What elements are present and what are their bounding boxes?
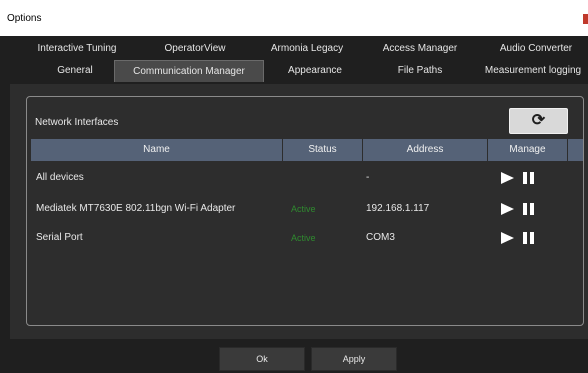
play-icon[interactable] bbox=[501, 232, 514, 244]
column-header-address[interactable]: Address bbox=[363, 139, 488, 161]
device-status: Active bbox=[291, 233, 316, 243]
table-row[interactable]: All devices - bbox=[31, 167, 583, 189]
table-row[interactable]: Serial Port Active COM3 bbox=[31, 227, 583, 249]
device-status: Active bbox=[291, 204, 316, 214]
column-header-manage[interactable]: Manage bbox=[488, 139, 568, 161]
tab-file-paths[interactable]: File Paths bbox=[375, 60, 465, 81]
tab-row-1: Interactive Tuning OperatorView Armonia … bbox=[0, 38, 588, 59]
panel-title: Network Interfaces bbox=[35, 117, 119, 128]
tab-measurement-logging[interactable]: Measurement logging bbox=[478, 60, 588, 81]
tab-armonia-legacy[interactable]: Armonia Legacy bbox=[262, 38, 352, 59]
play-icon[interactable] bbox=[501, 172, 514, 184]
refresh-button[interactable]: ⟳ bbox=[509, 108, 568, 134]
tab-operatorview[interactable]: OperatorView bbox=[150, 38, 240, 59]
close-icon[interactable] bbox=[583, 14, 588, 24]
tab-communication-manager[interactable]: Communication Manager bbox=[114, 60, 264, 82]
device-name: Mediatek MT7630E 802.11bgn Wi-Fi Adapter bbox=[36, 203, 236, 214]
tab-bar: Interactive Tuning OperatorView Armonia … bbox=[0, 36, 588, 84]
column-header-status[interactable]: Status bbox=[283, 139, 363, 161]
tab-appearance[interactable]: Appearance bbox=[270, 60, 360, 81]
device-address: COM3 bbox=[366, 232, 395, 243]
pause-icon[interactable] bbox=[523, 203, 535, 215]
device-address: 192.168.1.117 bbox=[366, 203, 430, 214]
tab-row-2: General Communication Manager Appearance… bbox=[0, 60, 588, 82]
table-header: Name Status Address Manage bbox=[31, 139, 583, 161]
tab-audio-converter[interactable]: Audio Converter bbox=[486, 38, 586, 59]
column-header-name[interactable]: Name bbox=[31, 139, 283, 161]
tab-interactive-tuning[interactable]: Interactive Tuning bbox=[27, 38, 127, 59]
apply-button[interactable]: Apply bbox=[311, 347, 397, 371]
device-name: All devices bbox=[36, 172, 84, 183]
table-row[interactable]: Mediatek MT7630E 802.11bgn Wi-Fi Adapter… bbox=[31, 198, 583, 220]
ok-button[interactable]: Ok bbox=[219, 347, 305, 371]
device-name: Serial Port bbox=[36, 232, 83, 243]
dialog-footer: Ok Apply bbox=[0, 339, 588, 373]
title-bar: Options bbox=[0, 0, 588, 36]
network-interfaces-panel: Network Interfaces ⟳ Name Status Address… bbox=[26, 96, 584, 326]
tab-content: Network Interfaces ⟳ Name Status Address… bbox=[10, 84, 588, 339]
pause-icon[interactable] bbox=[523, 232, 535, 244]
device-address: - bbox=[366, 172, 370, 183]
pause-icon[interactable] bbox=[523, 172, 535, 184]
tab-access-manager[interactable]: Access Manager bbox=[375, 38, 465, 59]
window-title: Options bbox=[7, 13, 42, 24]
refresh-icon: ⟳ bbox=[531, 112, 546, 129]
tab-general[interactable]: General bbox=[30, 60, 120, 81]
play-icon[interactable] bbox=[501, 203, 514, 215]
